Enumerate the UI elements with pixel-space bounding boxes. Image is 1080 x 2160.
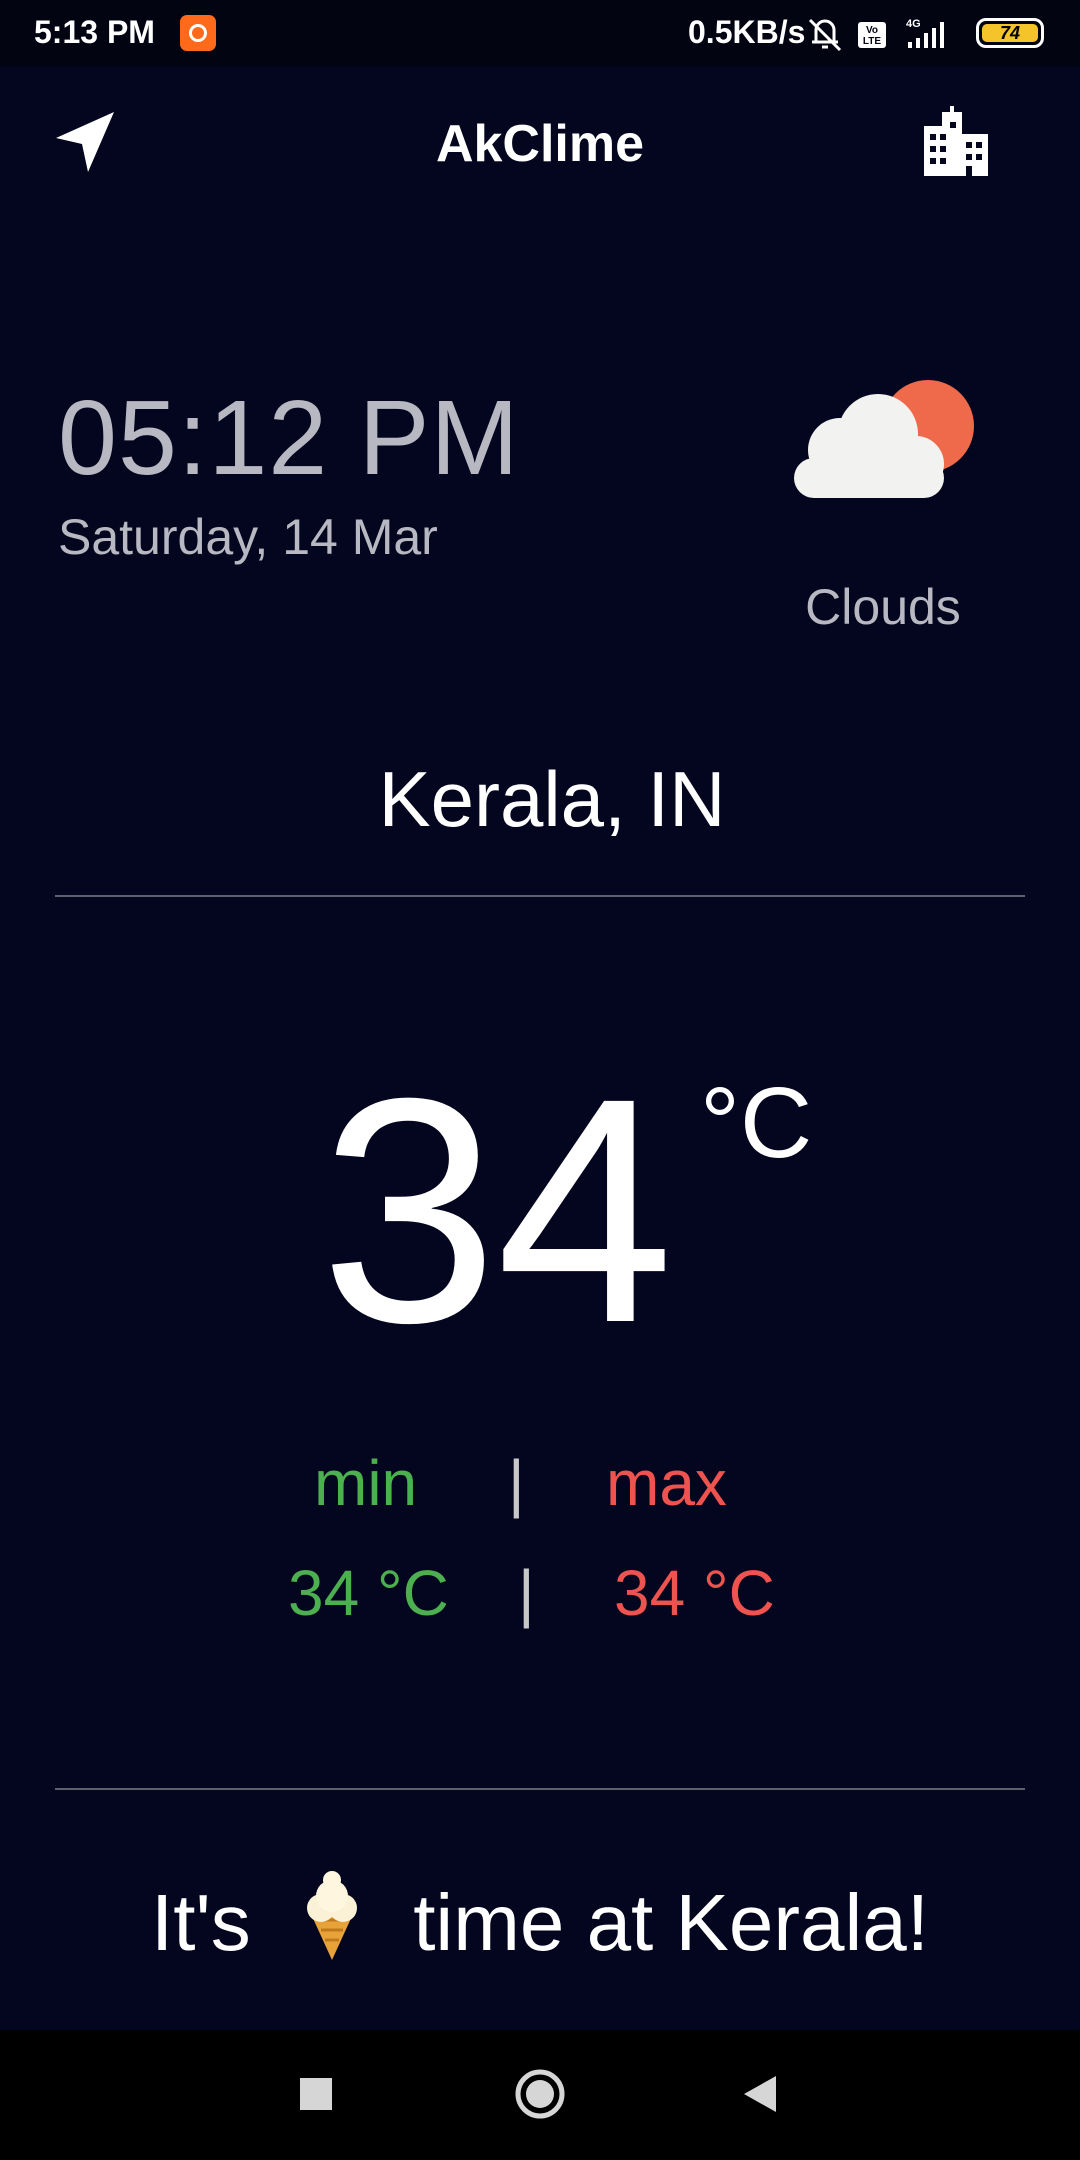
divider-bottom	[55, 1788, 1025, 1790]
mute-bell-icon	[808, 18, 842, 52]
ice-cream-icon	[306, 1871, 357, 1960]
status-icons: Vo LTE 4G	[808, 18, 944, 52]
svg-text:4G: 4G	[906, 18, 921, 30]
app-bar: AkClime	[0, 66, 1080, 226]
app-title: AkClime	[435, 115, 645, 173]
home-button[interactable]	[514, 2068, 566, 2120]
minmax-separator-value: |	[518, 1557, 535, 1629]
weather-message: It's time at Kerala!	[0, 1868, 1080, 1969]
temperature-value: 34	[320, 1031, 674, 1389]
message-prefix: It's	[151, 1878, 251, 1967]
current-time: 05:12 PM	[58, 379, 520, 497]
cloud-sun-icon	[794, 380, 974, 498]
system-nav-bar	[0, 2030, 1080, 2160]
temperature-unit: °C	[700, 1067, 813, 1179]
current-date: Saturday, 14 Mar	[58, 509, 438, 565]
recent-apps-button[interactable]	[298, 2076, 334, 2112]
status-bar: 5:13 PM 0.5KB/s Vo LTE 4G 74	[0, 0, 1080, 66]
signal-icon: 4G	[906, 18, 944, 48]
min-label: min	[314, 1447, 418, 1519]
minmax-separator-label: |	[508, 1447, 525, 1519]
battery-level: 74	[982, 24, 1038, 42]
status-net-speed: 0.5KB/s	[688, 14, 806, 50]
max-value: 34 °C	[614, 1557, 775, 1629]
svg-text:Vo: Vo	[866, 25, 878, 36]
mi-notification-icon	[180, 15, 216, 51]
max-label: max	[606, 1447, 727, 1519]
battery-icon: 74	[976, 18, 1044, 48]
weather-condition: Clouds	[805, 579, 961, 635]
svg-text:LTE: LTE	[863, 36, 881, 47]
divider-top	[55, 895, 1025, 897]
back-button[interactable]	[742, 2074, 778, 2114]
min-value: 34 °C	[288, 1557, 449, 1629]
volte-icon: Vo LTE	[858, 22, 886, 48]
city-buildings-icon[interactable]	[920, 106, 992, 178]
message-suffix: time at Kerala!	[413, 1878, 929, 1967]
status-time: 5:13 PM	[34, 14, 155, 50]
location-name: Kerala, IN	[378, 755, 726, 843]
